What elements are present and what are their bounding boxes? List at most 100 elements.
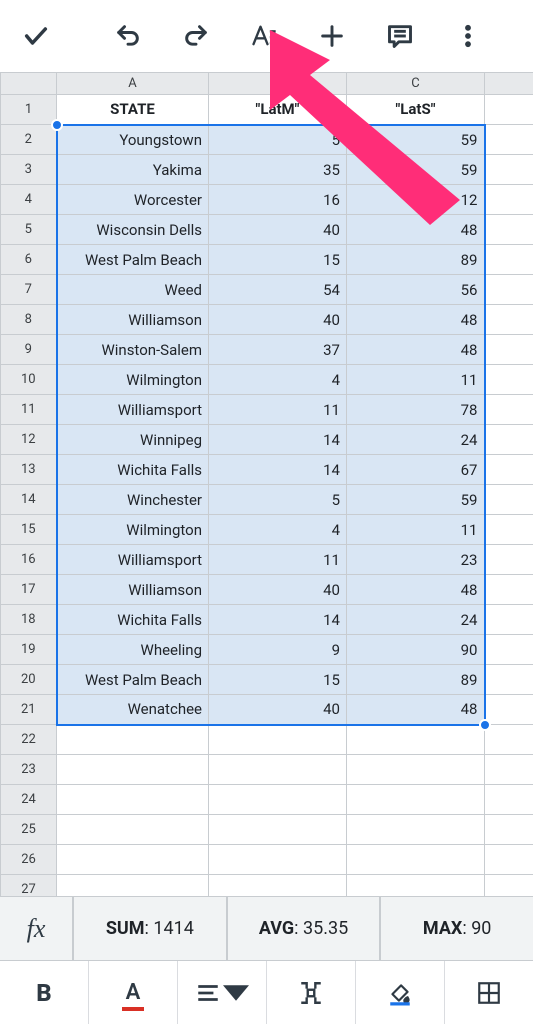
- col-header-C[interactable]: C: [347, 73, 485, 95]
- cell-lats[interactable]: 48: [347, 335, 485, 365]
- cell[interactable]: [485, 395, 533, 425]
- redo-button[interactable]: [172, 12, 220, 60]
- cell-state[interactable]: West Palm Beach: [57, 245, 209, 275]
- cell-state[interactable]: Youngstown: [57, 125, 209, 155]
- cell-latm[interactable]: 14: [209, 455, 347, 485]
- cell-state[interactable]: Williamsport: [57, 395, 209, 425]
- cell-latm[interactable]: 11: [209, 545, 347, 575]
- cell-latm[interactable]: 15: [209, 245, 347, 275]
- cell-state[interactable]: Winnipeg: [57, 425, 209, 455]
- cell-latm[interactable]: 54: [209, 275, 347, 305]
- cell-latm[interactable]: 40: [209, 695, 347, 725]
- cell[interactable]: [57, 725, 209, 755]
- row-header[interactable]: 24: [1, 785, 57, 815]
- row-header[interactable]: 6: [1, 245, 57, 275]
- cell-lats[interactable]: 90: [347, 635, 485, 665]
- row-header[interactable]: 16: [1, 545, 57, 575]
- row-header[interactable]: 25: [1, 815, 57, 845]
- row-header[interactable]: 18: [1, 605, 57, 635]
- cell-state[interactable]: Weed: [57, 275, 209, 305]
- cell-lats[interactable]: 23: [347, 545, 485, 575]
- cell-lats[interactable]: 11: [347, 515, 485, 545]
- merge-button[interactable]: [267, 961, 356, 1024]
- cell[interactable]: [485, 575, 533, 605]
- formula-button[interactable]: fx: [0, 897, 74, 960]
- cell-state[interactable]: Wichita Falls: [57, 605, 209, 635]
- cell-lats[interactable]: 89: [347, 665, 485, 695]
- cell[interactable]: [347, 755, 485, 785]
- cell[interactable]: [57, 815, 209, 845]
- cell[interactable]: [485, 155, 533, 185]
- cell[interactable]: [57, 755, 209, 785]
- cell-lats[interactable]: 56: [347, 275, 485, 305]
- text-format-button[interactable]: [240, 12, 288, 60]
- cell[interactable]: [485, 125, 533, 155]
- fill-color-button[interactable]: [356, 961, 445, 1024]
- cell-lats[interactable]: 89: [347, 245, 485, 275]
- cell-latm[interactable]: 40: [209, 305, 347, 335]
- cell-state[interactable]: Williamson: [57, 575, 209, 605]
- cell-state[interactable]: West Palm Beach: [57, 665, 209, 695]
- row-header[interactable]: 21: [1, 695, 57, 725]
- cell[interactable]: [485, 605, 533, 635]
- corner-cell[interactable]: [1, 73, 57, 95]
- row-header[interactable]: 22: [1, 725, 57, 755]
- cell-state[interactable]: Williamson: [57, 305, 209, 335]
- row-header[interactable]: 17: [1, 575, 57, 605]
- cell[interactable]: [485, 305, 533, 335]
- cell[interactable]: [485, 635, 533, 665]
- cell[interactable]: [209, 845, 347, 875]
- cell[interactable]: [347, 815, 485, 845]
- cell[interactable]: [57, 845, 209, 875]
- cell[interactable]: [485, 275, 533, 305]
- cell-state[interactable]: Wisconsin Dells: [57, 215, 209, 245]
- row-header[interactable]: 12: [1, 425, 57, 455]
- header-state[interactable]: STATE: [57, 95, 209, 125]
- cell[interactable]: [485, 545, 533, 575]
- header-lats[interactable]: "LatS": [347, 95, 485, 125]
- row-header[interactable]: 26: [1, 845, 57, 875]
- row-header[interactable]: 15: [1, 515, 57, 545]
- stats-max[interactable]: MAX: 90: [381, 897, 533, 960]
- selection-handle-bottom[interactable]: [479, 719, 491, 731]
- row-header[interactable]: 19: [1, 635, 57, 665]
- row-header[interactable]: 9: [1, 335, 57, 365]
- selection-handle-top[interactable]: [51, 119, 63, 131]
- cell-latm[interactable]: 14: [209, 425, 347, 455]
- insert-button[interactable]: [308, 12, 356, 60]
- row-header[interactable]: 4: [1, 185, 57, 215]
- row-header[interactable]: 13: [1, 455, 57, 485]
- undo-button[interactable]: [104, 12, 152, 60]
- cell[interactable]: [485, 785, 533, 815]
- cell-lats[interactable]: 24: [347, 605, 485, 635]
- col-header-B[interactable]: B: [209, 73, 347, 95]
- cell-latm[interactable]: 5: [209, 125, 347, 155]
- cell-lats[interactable]: 48: [347, 575, 485, 605]
- cell-latm[interactable]: 37: [209, 335, 347, 365]
- cell-lats[interactable]: 48: [347, 305, 485, 335]
- cell[interactable]: [485, 455, 533, 485]
- cell[interactable]: [347, 845, 485, 875]
- cell[interactable]: [347, 785, 485, 815]
- cell[interactable]: [209, 815, 347, 845]
- cell-state[interactable]: Worcester: [57, 185, 209, 215]
- cell-state[interactable]: Wilmington: [57, 515, 209, 545]
- cell[interactable]: [485, 665, 533, 695]
- cell-latm[interactable]: 40: [209, 575, 347, 605]
- cell[interactable]: [485, 695, 533, 725]
- bold-button[interactable]: B: [0, 961, 89, 1024]
- stats-avg[interactable]: AVG: 35.35: [228, 897, 382, 960]
- cell-latm[interactable]: 4: [209, 515, 347, 545]
- row-header[interactable]: 1: [1, 95, 57, 125]
- borders-button[interactable]: [445, 961, 533, 1024]
- cell-lats[interactable]: 67: [347, 455, 485, 485]
- cell[interactable]: [485, 515, 533, 545]
- cell[interactable]: [209, 755, 347, 785]
- cell-latm[interactable]: 9: [209, 635, 347, 665]
- cell[interactable]: [347, 725, 485, 755]
- cell-latm[interactable]: 11: [209, 395, 347, 425]
- row-header[interactable]: 20: [1, 665, 57, 695]
- cell-latm[interactable]: 16: [209, 185, 347, 215]
- more-menu-button[interactable]: [444, 12, 492, 60]
- cell-lats[interactable]: 78: [347, 395, 485, 425]
